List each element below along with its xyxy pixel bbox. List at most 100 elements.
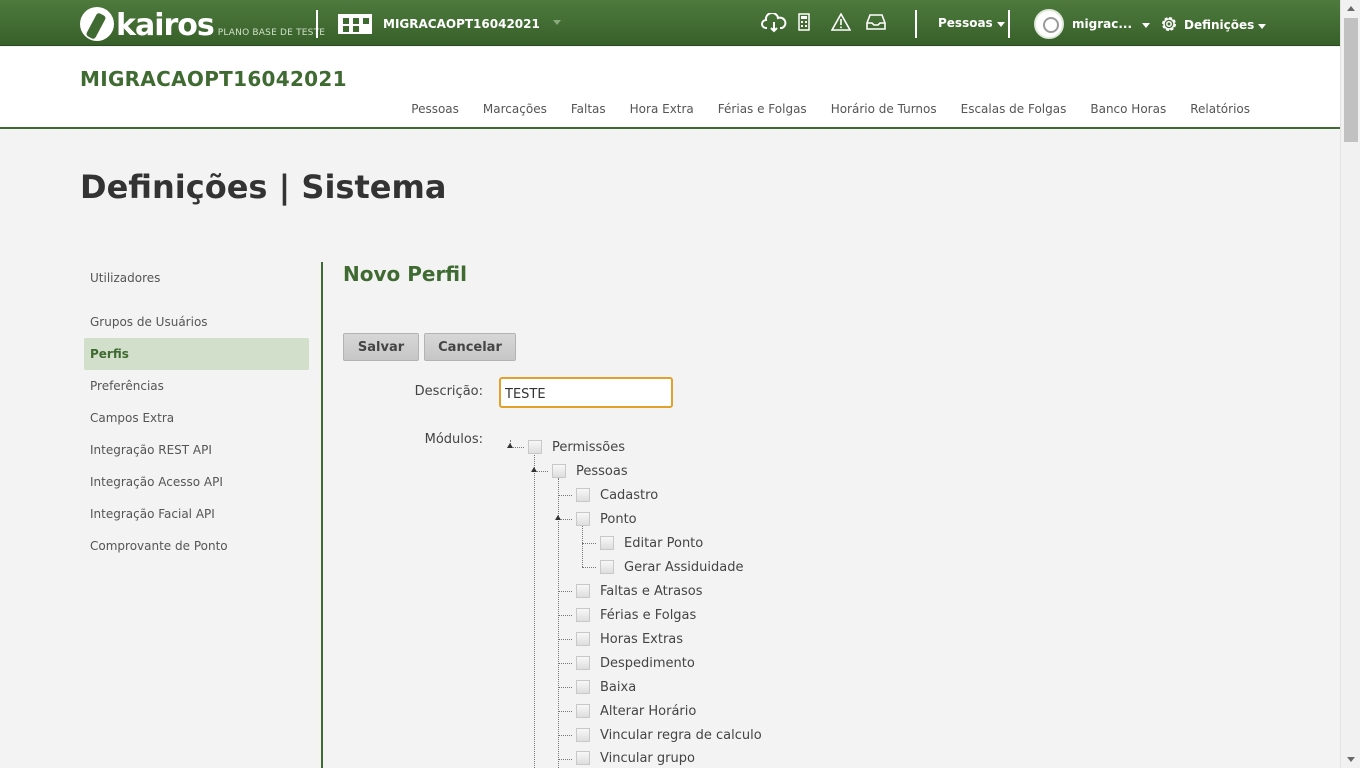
page-title: Definições | Sistema <box>80 168 447 206</box>
chevron-down-icon <box>1142 22 1151 28</box>
scroll-up-icon[interactable] <box>1347 6 1355 11</box>
tree-node-label: Vincular regra de calculo <box>600 727 762 743</box>
tree-node-baixa: Baixa <box>576 677 636 697</box>
settings-menu[interactable]: Definições <box>1159 16 1267 34</box>
page-scrollbar[interactable] <box>1340 0 1360 768</box>
modules-label: Módulos: <box>424 432 483 447</box>
sidebar-item-comprovante-ponto[interactable]: Comprovante de Ponto <box>84 530 309 562</box>
tree-connector <box>582 526 583 567</box>
sidebar-item-integracao-facial[interactable]: Integração Facial API <box>84 498 309 530</box>
tree-connector <box>558 711 572 712</box>
avatar <box>1034 9 1064 39</box>
calculator-icon[interactable] <box>797 13 811 36</box>
collapse-toggle-icon[interactable] <box>555 515 561 520</box>
people-menu[interactable]: Pessoas <box>938 16 1005 30</box>
chevron-down-icon <box>996 21 1005 27</box>
inbox-icon[interactable] <box>865 13 887 36</box>
checkbox[interactable] <box>576 608 590 622</box>
collapse-toggle-icon[interactable] <box>531 467 537 472</box>
scroll-thumb[interactable] <box>1344 18 1358 142</box>
nav-hora-extra[interactable]: Hora Extra <box>630 102 694 116</box>
tree-node-alterar-horario: Alterar Horário <box>576 701 696 721</box>
tree-node-horas-extras: Horas Extras <box>576 629 683 649</box>
sidebar-item-preferencias[interactable]: Preferências <box>84 370 309 402</box>
description-input[interactable] <box>499 377 673 408</box>
tree-connector <box>558 687 572 688</box>
tree-node-label: Férias e Folgas <box>600 607 697 623</box>
nav-banco-horas[interactable]: Banco Horas <box>1090 102 1166 116</box>
tree-connector <box>582 543 596 544</box>
checkbox[interactable] <box>576 512 590 526</box>
tree-node-editar-ponto: Editar Ponto <box>600 533 703 553</box>
checkbox[interactable] <box>552 464 566 478</box>
tree-node-faltas-atrasos: Faltas e Atrasos <box>576 581 703 601</box>
checkbox[interactable] <box>576 728 590 742</box>
company-caret-icon[interactable] <box>553 20 561 25</box>
nav-relatorios[interactable]: Relatórios <box>1190 102 1250 116</box>
checkbox[interactable] <box>576 680 590 694</box>
checkbox[interactable] <box>576 656 590 670</box>
tree-node-label: Editar Ponto <box>624 535 704 551</box>
nav-pessoas[interactable]: Pessoas <box>411 102 459 116</box>
tree-connector <box>558 735 572 736</box>
tree-node-label: Baixa <box>600 679 637 695</box>
checkbox[interactable] <box>600 536 614 550</box>
tree-connector <box>558 663 572 664</box>
top-bar: kairos PLANO BASE DE TESTE MIGRACAOPT160… <box>0 0 1340 46</box>
tree-node-label: Permissões <box>552 439 626 455</box>
tree-node-cadastro: Cadastro <box>576 485 658 505</box>
scroll-down-icon[interactable] <box>1347 757 1355 762</box>
nav-horario-turnos[interactable]: Horário de Turnos <box>831 102 937 116</box>
tree-node-label: Horas Extras <box>600 631 684 647</box>
checkbox[interactable] <box>576 751 590 765</box>
section-title: Novo Perfil <box>343 262 467 286</box>
cancel-button[interactable]: Cancelar <box>424 333 516 361</box>
collapse-toggle-icon[interactable] <box>507 443 513 448</box>
tree-node-label: Despedimento <box>600 655 695 671</box>
main-nav: Pessoas Marcações Faltas Hora Extra Féri… <box>411 102 1250 116</box>
tree-node-label: Alterar Horário <box>600 703 697 719</box>
plan-text: PLANO BASE DE TESTE <box>217 28 326 38</box>
user-menu[interactable]: migrac... <box>1034 9 1151 39</box>
nav-ferias-folgas[interactable]: Férias e Folgas <box>718 102 807 116</box>
nav-faltas[interactable]: Faltas <box>571 102 606 116</box>
sidebar-divider <box>321 262 323 768</box>
sidebar-item-integracao-rest[interactable]: Integração REST API <box>84 434 309 466</box>
logo-text: kairos <box>116 8 215 43</box>
tree-connector <box>534 452 535 768</box>
tree-node-label: Faltas e Atrasos <box>600 583 703 599</box>
checkbox[interactable] <box>576 704 590 718</box>
checkbox[interactable] <box>600 560 614 574</box>
sidebar-item-utilizadores[interactable]: Utilizadores <box>84 262 309 294</box>
save-button[interactable]: Salvar <box>343 333 419 361</box>
tree-connector <box>582 567 596 568</box>
checkbox[interactable] <box>576 632 590 646</box>
tree-node-label: Ponto <box>600 511 637 527</box>
company-icon <box>338 14 372 34</box>
sidebar-item-integracao-acesso[interactable]: Integração Acesso API <box>84 466 309 498</box>
kairos-logo-icon <box>80 7 114 41</box>
warning-icon[interactable] <box>830 12 852 36</box>
tree-connector <box>558 639 572 640</box>
divider <box>316 10 318 38</box>
tree-connector <box>558 591 572 592</box>
sidebar-item-perfis[interactable]: Perfis <box>84 338 309 370</box>
tree-connector <box>558 615 572 616</box>
tree-node-despedimento: Despedimento <box>576 653 695 673</box>
cloud-download-icon[interactable] <box>760 11 788 38</box>
checkbox[interactable] <box>576 584 590 598</box>
tree-node-label: Cadastro <box>600 487 659 503</box>
tree-node-label: Pessoas <box>576 463 628 479</box>
kairos-logo[interactable]: kairos PLANO BASE DE TESTE <box>80 5 325 41</box>
people-menu-label: Pessoas <box>938 16 993 30</box>
sidebar-item-campos-extra[interactable]: Campos Extra <box>84 402 309 434</box>
company-selector[interactable]: MIGRACAOPT16042021 <box>338 14 540 34</box>
user-menu-label: migrac... <box>1072 17 1133 31</box>
tree-node-vincular-regra: Vincular regra de calculo <box>576 725 762 745</box>
checkbox[interactable] <box>528 440 542 454</box>
nav-marcacoes[interactable]: Marcações <box>483 102 547 116</box>
checkbox[interactable] <box>576 488 590 502</box>
sidebar-item-grupos-usuarios[interactable]: Grupos de Usuários <box>84 306 309 338</box>
nav-escalas-folgas[interactable]: Escalas de Folgas <box>961 102 1067 116</box>
divider <box>1008 10 1010 38</box>
